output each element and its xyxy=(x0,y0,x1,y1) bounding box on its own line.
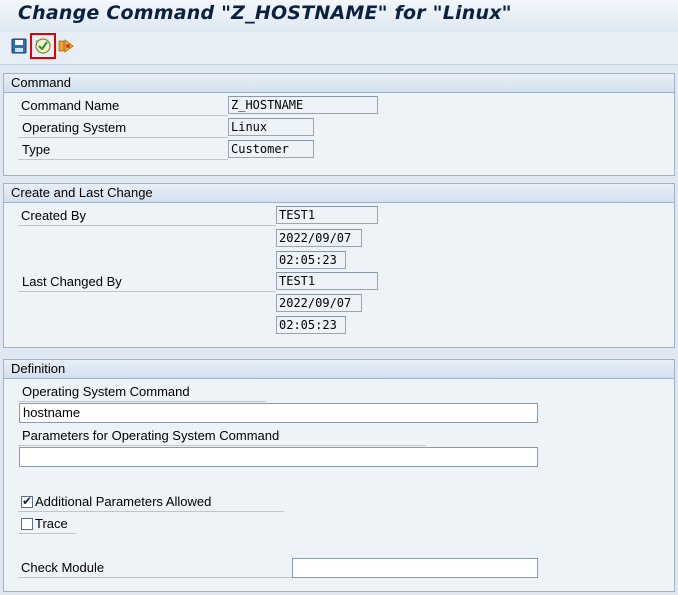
checkmark-icon: ✔ xyxy=(22,494,33,508)
created-by-label: Created By xyxy=(21,208,87,223)
additional-params-checkbox[interactable]: ✔ xyxy=(21,494,33,508)
params-input[interactable] xyxy=(19,447,538,467)
command-name-underline xyxy=(18,115,228,116)
execute-button[interactable] xyxy=(57,36,77,56)
trace-label[interactable]: Trace xyxy=(35,516,68,531)
os-command-underline xyxy=(18,401,266,402)
create-change-group: Create and Last Change Created By TEST1 … xyxy=(3,183,675,348)
created-time-field: 02:05:23 xyxy=(276,251,346,269)
last-changed-underline xyxy=(18,291,276,292)
additional-params-label[interactable]: Additional Parameters Allowed xyxy=(35,494,211,509)
os-label: Operating System xyxy=(22,120,127,135)
check-icon: ? xyxy=(35,38,51,54)
command-group-header: Command xyxy=(4,74,674,93)
type-label: Type xyxy=(22,142,51,157)
execute-icon xyxy=(58,39,74,53)
created-by-underline xyxy=(18,225,276,226)
page-title: Change Command "Z_HOSTNAME" for "Linux" xyxy=(18,2,512,24)
created-by-field: TEST1 xyxy=(276,206,378,224)
check-module-input[interactable] xyxy=(292,558,538,578)
save-button[interactable] xyxy=(9,36,29,56)
changed-date-field: 2022/09/07 xyxy=(276,294,362,312)
check-module-label: Check Module xyxy=(21,560,105,575)
save-icon xyxy=(11,38,27,54)
svg-text:?: ? xyxy=(35,40,38,47)
type-field: Customer xyxy=(228,140,314,158)
command-group: Command Command Name Z_HOSTNAME Operatin… xyxy=(3,73,675,176)
command-name-label: Command Name xyxy=(21,98,120,113)
title-bar: Change Command "Z_HOSTNAME" for "Linux" xyxy=(0,0,678,32)
check-module-underline xyxy=(18,577,292,578)
type-underline xyxy=(18,159,228,160)
definition-group-header: Definition xyxy=(4,360,674,379)
definition-group: Definition Operating System Command host… xyxy=(3,359,675,592)
last-changed-label: Last Changed By xyxy=(22,274,122,289)
command-name-field: Z_HOSTNAME xyxy=(228,96,378,114)
additional-params-underline xyxy=(18,511,284,512)
create-change-group-header: Create and Last Change xyxy=(4,184,674,203)
params-underline xyxy=(18,445,426,446)
os-command-label: Operating System Command xyxy=(22,384,190,399)
os-underline xyxy=(18,137,228,138)
trace-underline xyxy=(18,533,76,534)
created-date-field: 2022/09/07 xyxy=(276,229,362,247)
params-label: Parameters for Operating System Command xyxy=(22,428,280,443)
check-button[interactable]: ? xyxy=(30,33,56,59)
application-toolbar: ? xyxy=(0,32,678,65)
last-changed-field: TEST1 xyxy=(276,272,378,290)
trace-checkbox[interactable] xyxy=(21,518,33,530)
changed-time-field: 02:05:23 xyxy=(276,316,346,334)
os-command-input[interactable]: hostname xyxy=(19,403,538,423)
os-field: Linux xyxy=(228,118,314,136)
